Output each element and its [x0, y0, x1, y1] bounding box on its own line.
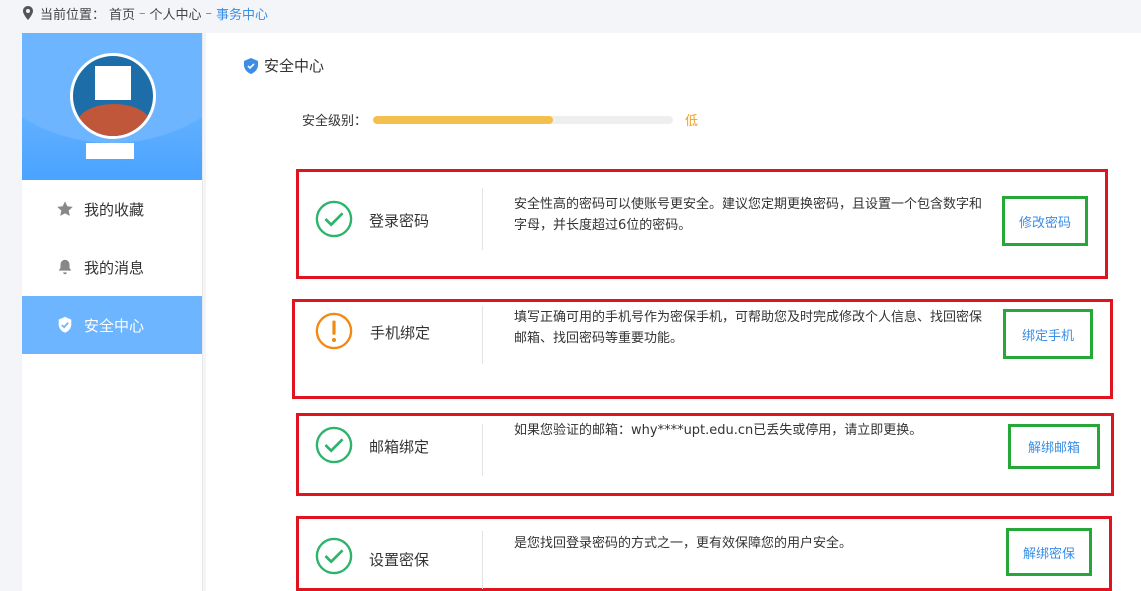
divider — [482, 424, 483, 476]
breadcrumb-prefix: 当前位置： — [40, 7, 106, 23]
breadcrumb: 当前位置： 首页 – 个人中心 – 事务中心 — [22, 2, 268, 24]
divider — [482, 306, 483, 364]
check-circle-icon — [315, 200, 353, 238]
location-pin-icon — [23, 6, 33, 20]
star-icon — [57, 201, 73, 216]
security-item-name: 登录密码 — [369, 212, 430, 230]
profile-header — [22, 33, 202, 180]
page-title: 安全中心 — [264, 57, 325, 75]
divider — [482, 188, 483, 250]
bell-icon — [58, 259, 72, 275]
security-item-phone: 手机绑定 填写正确可用的手机号作为密保手机，可帮助您及时完成修改个人信息、找回密… — [292, 299, 1113, 399]
security-level-bar — [373, 115, 674, 124]
security-item-name: 邮箱绑定 — [369, 438, 430, 456]
unbind-email-button[interactable]: 解绑邮箱 — [1008, 424, 1100, 469]
sidebar-item-label: 我的消息 — [84, 258, 145, 277]
main-panel: 安全中心 安全级别： 低 登录密码 安全性高的密码可以使账号更安全。建议您定期更… — [206, 33, 1141, 591]
shield-icon — [58, 316, 72, 333]
security-level-label: 安全级别： — [302, 114, 368, 129]
security-level: 安全级别： 低 — [302, 110, 698, 129]
avatar-body — [77, 104, 151, 136]
sidebar-item-label: 安全中心 — [84, 316, 145, 335]
sidebar: 我的收藏 我的消息 安全中心 — [22, 33, 203, 591]
section-title: 安全中心 — [244, 55, 324, 76]
username-placeholder — [86, 143, 134, 159]
sidebar-item-favorites[interactable]: 我的收藏 — [22, 180, 202, 238]
change-password-button[interactable]: 修改密码 — [1002, 196, 1088, 246]
sidebar-item-messages[interactable]: 我的消息 — [22, 238, 202, 296]
breadcrumb-sep: – — [205, 5, 213, 21]
security-item-desc: 如果您验证的邮箱：why****upt.edu.cn已丢失或停用，请立即更换。 — [514, 423, 923, 438]
security-item-desc: 是您找回登录密码的方式之一，更有效保障您的用户安全。 — [514, 536, 853, 551]
sidebar-item-label: 我的收藏 — [84, 200, 145, 219]
warning-circle-icon — [315, 312, 353, 350]
check-circle-icon — [315, 426, 353, 464]
security-item-name: 设置密保 — [369, 551, 430, 569]
bind-phone-button[interactable]: 绑定手机 — [1003, 309, 1093, 359]
security-item-desc: 安全性高的密码可以使账号更安全。建议您定期更换密码，且设置一个包含数字和字母，并… — [514, 197, 983, 233]
security-level-fill — [373, 115, 554, 124]
check-circle-icon — [315, 537, 353, 575]
security-item-security-question: 设置密保 是您找回登录密码的方式之一，更有效保障您的用户安全。 解绑密保 — [296, 516, 1112, 591]
security-item-name: 手机绑定 — [370, 324, 431, 342]
security-item-password: 登录密码 安全性高的密码可以使账号更安全。建议您定期更换密码，且设置一个包含数字… — [296, 169, 1108, 279]
avatar[interactable] — [70, 53, 156, 139]
avatar-face — [95, 66, 131, 100]
security-item-desc: 填写正确可用的手机号作为密保手机，可帮助您及时完成修改个人信息、找回密保邮箱、找… — [514, 310, 983, 346]
sidebar-item-security[interactable]: 安全中心 — [22, 296, 202, 354]
unbind-security-question-button[interactable]: 解绑密保 — [1006, 528, 1092, 576]
breadcrumb-current: 事务中心 — [216, 7, 269, 23]
security-level-value: 低 — [685, 114, 699, 129]
breadcrumb-home[interactable]: 首页 — [109, 4, 135, 23]
security-item-email: 邮箱绑定 如果您验证的邮箱：why****upt.edu.cn已丢失或停用，请立… — [296, 413, 1114, 496]
divider — [482, 531, 483, 589]
breadcrumb-personal[interactable]: 个人中心 — [150, 4, 202, 23]
breadcrumb-sep: – — [139, 5, 146, 21]
shield-icon — [244, 57, 258, 74]
